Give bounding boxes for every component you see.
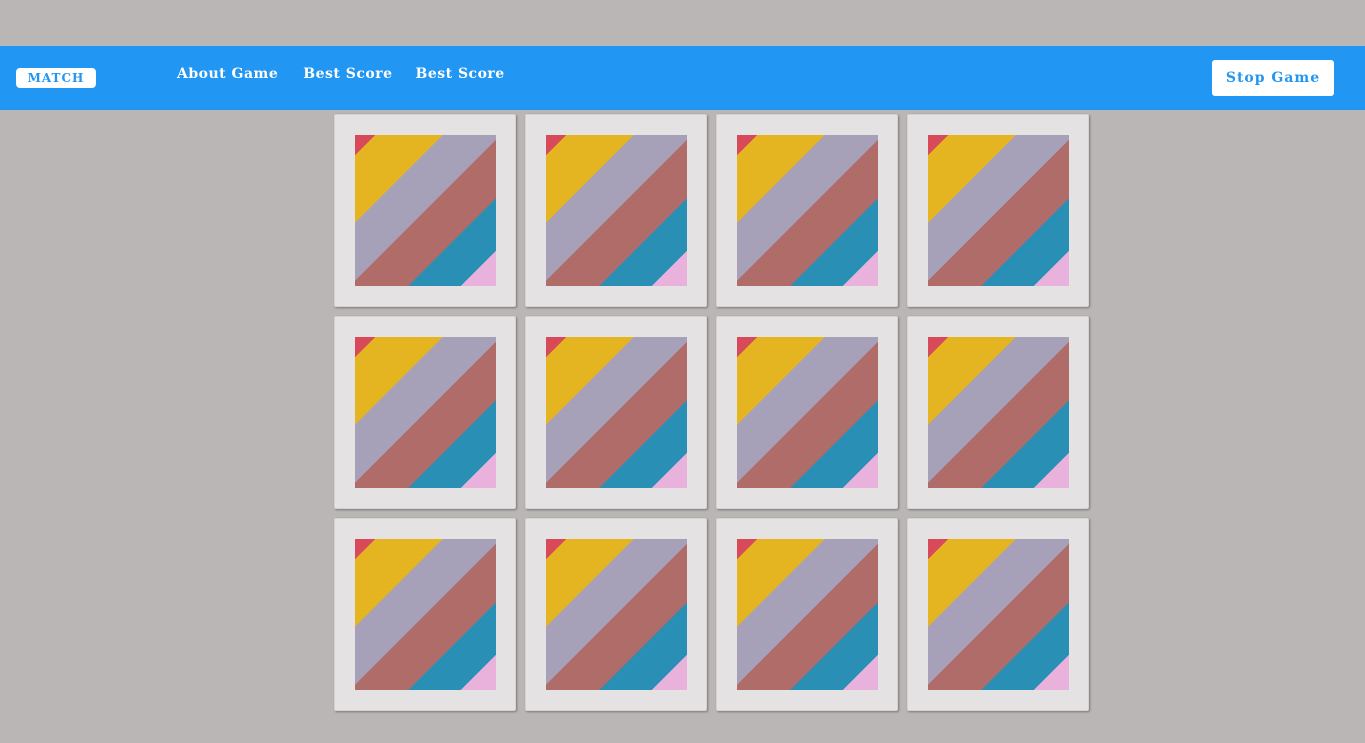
- card-back-image: [355, 135, 496, 286]
- header-bar: MATCH About Game Best Score Best Score S…: [0, 46, 1365, 110]
- memory-card[interactable]: [525, 114, 707, 307]
- card-back-image: [546, 135, 687, 286]
- nav-about-game[interactable]: About Game: [177, 66, 278, 82]
- card-back-image: [355, 539, 496, 690]
- card-grid: [334, 114, 1089, 711]
- card-back-image: [737, 135, 878, 286]
- memory-card[interactable]: [907, 518, 1089, 711]
- memory-card[interactable]: [525, 316, 707, 509]
- stop-game-button[interactable]: Stop Game: [1212, 60, 1334, 96]
- card-back-image: [355, 337, 496, 488]
- memory-card[interactable]: [716, 518, 898, 711]
- card-back-image: [546, 337, 687, 488]
- memory-card[interactable]: [907, 114, 1089, 307]
- logo[interactable]: MATCH: [16, 68, 96, 88]
- card-back-image: [928, 135, 1069, 286]
- card-back-image: [737, 539, 878, 690]
- nav-best-score[interactable]: Best Score: [303, 66, 392, 82]
- memory-card[interactable]: [716, 114, 898, 307]
- memory-card[interactable]: [907, 316, 1089, 509]
- memory-card[interactable]: [334, 316, 516, 509]
- nav-menu: About Game Best Score Best Score: [177, 66, 505, 82]
- nav-best-score-2[interactable]: Best Score: [415, 66, 504, 82]
- card-back-image: [928, 539, 1069, 690]
- memory-card[interactable]: [334, 114, 516, 307]
- memory-card[interactable]: [334, 518, 516, 711]
- card-back-image: [928, 337, 1069, 488]
- memory-card[interactable]: [525, 518, 707, 711]
- card-back-image: [546, 539, 687, 690]
- memory-card[interactable]: [716, 316, 898, 509]
- card-back-image: [737, 337, 878, 488]
